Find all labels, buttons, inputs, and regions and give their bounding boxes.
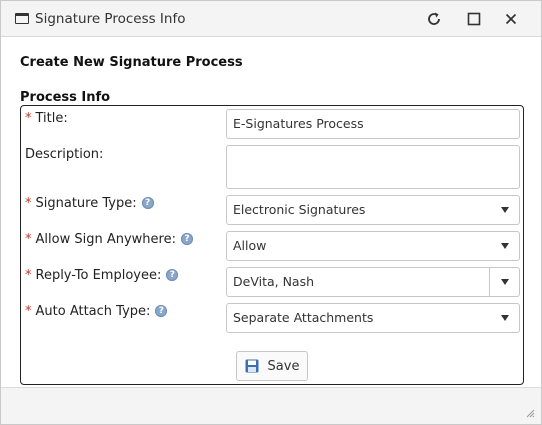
help-icon[interactable]: ?: [166, 269, 179, 281]
auto-attach-type-label: * Auto Attach Type:?: [25, 304, 168, 319]
chevron-down-icon[interactable]: [501, 279, 509, 285]
title-bar[interactable]: Signature Process Info: [1, 1, 541, 37]
close-icon: [505, 13, 517, 25]
resize-grip-icon[interactable]: [525, 408, 535, 418]
chevron-down-icon: [501, 243, 509, 249]
allow-sign-anywhere-label: * Allow Sign Anywhere:?: [25, 232, 193, 247]
save-button[interactable]: Save: [236, 351, 308, 381]
maximize-icon: [467, 12, 481, 26]
signature-type-value: Electronic Signatures: [233, 202, 366, 217]
refresh-button[interactable]: [422, 8, 446, 30]
combo-divider: [489, 268, 490, 296]
save-label: Save: [267, 358, 300, 374]
close-button[interactable]: [499, 8, 523, 30]
window-icon: [15, 13, 29, 24]
window-title: Signature Process Info: [35, 11, 186, 27]
reply-to-employee-combobox[interactable]: DeVita, Nash: [226, 267, 520, 297]
title-input[interactable]: E-Signatures Process: [226, 109, 520, 139]
auto-attach-type-select[interactable]: Separate Attachments: [226, 303, 520, 333]
refresh-icon: [428, 12, 440, 25]
description-label: Description:: [25, 147, 104, 162]
allow-sign-anywhere-select[interactable]: Allow: [226, 231, 520, 261]
chevron-down-icon: [501, 315, 509, 321]
form-heading: Create New Signature Process: [20, 55, 243, 70]
dialog-content: Create New Signature Process Process Inf…: [1, 38, 541, 388]
signature-type-select[interactable]: Electronic Signatures: [226, 195, 520, 225]
save-icon: [245, 359, 259, 373]
allow-sign-anywhere-value: Allow: [233, 238, 267, 253]
maximize-button[interactable]: [462, 8, 486, 30]
reply-to-employee-label: * Reply-To Employee:?: [25, 268, 179, 283]
title-label: * Title:: [25, 111, 68, 126]
chevron-down-icon: [501, 207, 509, 213]
help-icon[interactable]: ?: [155, 305, 168, 317]
help-icon[interactable]: ?: [180, 233, 193, 245]
dialog-window: Signature Process Info Create New Signat…: [0, 0, 542, 425]
reply-to-employee-value: DeVita, Nash: [233, 274, 315, 289]
help-icon[interactable]: ?: [141, 197, 154, 209]
description-textarea[interactable]: [226, 145, 520, 189]
section-label: Process Info: [20, 90, 111, 105]
required-marker: *: [25, 111, 32, 126]
auto-attach-type-value: Separate Attachments: [233, 310, 374, 325]
signature-type-label: * Signature Type:?: [25, 196, 154, 211]
process-info-section: * Title: E-Signatures Process Description…: [20, 105, 524, 385]
dialog-footer: [1, 387, 541, 424]
